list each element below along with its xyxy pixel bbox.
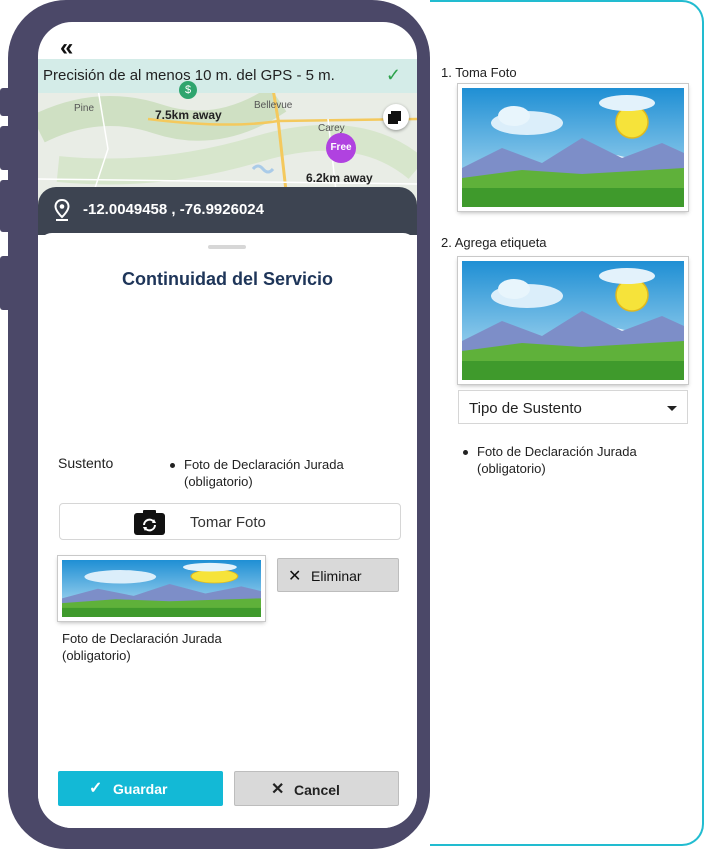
close-icon: ✕	[288, 568, 302, 585]
bullet-line1: Foto de Declaración Jurada	[184, 457, 344, 472]
take-photo-button[interactable]: Tomar Foto	[59, 503, 401, 540]
bottom-sheet: Continuidad del Servicio Sustento Foto d…	[38, 233, 417, 828]
select-value: Tipo de Sustento	[469, 400, 582, 417]
step1-label: 1. Toma Foto	[441, 65, 517, 80]
coordinates-bar: -12.0049458 , -76.9926024	[38, 187, 417, 235]
form-title: Continuidad del Servicio	[121, 269, 334, 289]
bullet-icon	[170, 463, 175, 468]
gps-accuracy-banner: Precisión de al menos 10 m. del GPS - 5 …	[38, 59, 417, 93]
photo-caption-line1: Foto de Declaración Jurada	[62, 631, 222, 646]
location-pin-icon	[54, 199, 70, 221]
double-chevron-left-icon[interactable]: «	[60, 34, 73, 62]
save-label: Guardar	[113, 781, 168, 797]
take-photo-label: Tomar Foto	[190, 514, 266, 531]
map-town-bellevue: Bellevue	[254, 100, 293, 111]
cancel-button[interactable]: ✕ Cancel	[234, 771, 399, 806]
phone-frame: « Precisión de al menos 10 m. del GPS - …	[0, 0, 430, 849]
step1-photo	[458, 84, 688, 211]
phone-side-button	[0, 126, 10, 170]
save-button[interactable]: ✓ Guardar	[58, 771, 223, 806]
map-marker-free[interactable]: Free	[326, 133, 356, 163]
check-icon: ✓	[89, 780, 103, 797]
sustento-label: Sustento	[58, 455, 114, 471]
camera-switch-icon	[134, 510, 165, 535]
sustento-type-select[interactable]: Tipo de Sustento	[458, 390, 688, 424]
phone-side-button	[0, 180, 10, 232]
check-icon: ✓	[385, 65, 401, 85]
captured-photo[interactable]	[58, 556, 265, 621]
chevron-down-icon	[667, 406, 677, 411]
distance-label-far: 6.2km away	[306, 171, 373, 185]
phone-side-button	[0, 256, 10, 310]
bullet-line2: (obligatorio)	[477, 461, 546, 476]
delete-label: Eliminar	[311, 568, 362, 584]
phone-screen: « Precisión de al menos 10 m. del GPS - …	[38, 22, 417, 828]
map-town-pine: Pine	[74, 103, 95, 114]
step2-photo	[458, 257, 688, 384]
map-marker-dollar[interactable]: $	[179, 81, 197, 99]
bullet-line1: Foto de Declaración Jurada	[477, 444, 637, 459]
distance-label-near: 7.5km away	[155, 108, 222, 122]
bullet-icon	[463, 450, 468, 455]
bullet-line2: (obligatorio)	[184, 474, 253, 489]
cancel-label: Cancel	[294, 782, 340, 798]
delete-photo-button[interactable]: ✕ Eliminar	[277, 558, 399, 592]
landscape-image	[462, 88, 684, 207]
close-icon: ✕	[271, 781, 285, 798]
photo-caption: Foto de Declaración Jurada (obligatorio)	[62, 630, 222, 664]
landscape-image	[62, 560, 261, 617]
layers-button[interactable]	[383, 104, 409, 130]
step2-label: 2. Agrega etiqueta	[441, 235, 547, 250]
phone-side-button	[0, 88, 10, 116]
landscape-image	[462, 261, 684, 380]
sheet-drag-handle[interactable]	[208, 245, 246, 249]
photo-caption-line2: (obligatorio)	[62, 648, 131, 663]
coordinates-text: -12.0049458 , -76.9926024	[83, 201, 264, 218]
layers-icon	[391, 111, 401, 121]
